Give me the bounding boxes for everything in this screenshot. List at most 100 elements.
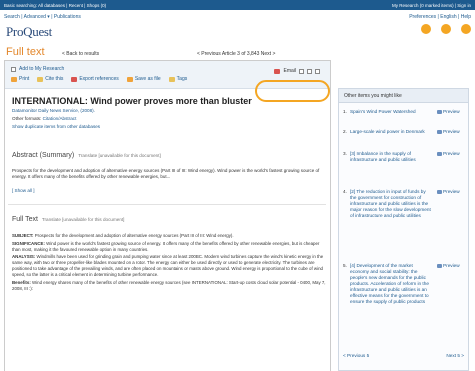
benefits-text: Wind energy shares many of the benefits …: [12, 279, 326, 291]
print-icon: [11, 76, 17, 82]
article-pager[interactable]: < Previous Article 3 of 3,843 Next >: [197, 51, 275, 57]
tags-label: Tags: [176, 76, 188, 82]
nav-publications-link[interactable]: Publications: [54, 14, 81, 20]
analysis-text: Windmills have been used for grinding gr…: [12, 254, 324, 277]
tags-button[interactable]: Tags: [168, 76, 188, 82]
search-nav: Search | Advanced ▾ | Publications: [4, 14, 81, 20]
export-button[interactable]: Export references: [71, 76, 119, 82]
email-button[interactable]: Email: [283, 68, 296, 74]
toolbar-actions: Print Cite this Export references Save a…: [11, 76, 187, 82]
abstract-translate[interactable]: Translate [unavailable for this document…: [78, 153, 161, 158]
email-option-box-2[interactable]: [307, 68, 312, 74]
topbar-right-links[interactable]: My Research (0 marked items) | Sign in: [392, 3, 471, 8]
preview-button[interactable]: Preview: [437, 109, 460, 115]
related-item-number: 5.: [343, 263, 347, 268]
preview-button[interactable]: Preview: [437, 151, 460, 157]
related-items-panel: Other items you might like 1. Spain's Wi…: [338, 88, 469, 371]
preview-label: Preview: [443, 109, 460, 114]
cite-icon: [37, 76, 44, 82]
other-formats-citation-link[interactable]: Citation/Abstract: [43, 116, 77, 121]
top-utility-bar: Basic searching: All databases | Recent …: [0, 0, 475, 10]
significance-label: SIGNIFICANCE:: [12, 240, 45, 246]
add-to-research[interactable]: Add to My Research: [11, 66, 64, 72]
related-item-number: 3.: [343, 151, 347, 156]
cite-button[interactable]: Cite this: [37, 76, 63, 82]
preview-icon: [437, 110, 442, 114]
section-divider: [8, 204, 326, 205]
related-item-title[interactable]: Spain's Wind Power Watershed: [350, 109, 432, 115]
other-formats: Other formats: Citation/Abstract: [12, 116, 76, 121]
print-label: Print: [19, 76, 30, 82]
abstract-heading-text: Abstract (Summary): [12, 152, 75, 159]
proquest-logo[interactable]: ProQuest: [6, 24, 52, 40]
preview-button[interactable]: Preview: [437, 263, 460, 269]
add-checkbox[interactable]: [11, 66, 16, 72]
dot-2: [441, 24, 451, 34]
related-item-title[interactable]: [2] The reduction in input of funds by t…: [350, 189, 432, 219]
related-item-number: 4.: [343, 189, 347, 194]
add-to-research-label[interactable]: Add to My Research: [19, 66, 64, 72]
preferences-links[interactable]: Preferences | English | Help: [409, 14, 471, 20]
dot-3: [461, 24, 471, 34]
show-all-link[interactable]: [ Show all ]: [12, 188, 34, 193]
related-item-number: 2.: [343, 129, 347, 134]
save-icon: [126, 76, 133, 82]
related-item-title[interactable]: [4] Development of the market economy an…: [350, 263, 432, 305]
dot-1: [421, 24, 431, 34]
document-title: INTERNATIONAL: Wind power proves more th…: [12, 96, 252, 106]
related-item-title[interactable]: Large-scale wind power in Denmark: [350, 129, 432, 135]
benefits-label: Benefits:: [12, 279, 31, 285]
benefits-paragraph: Benefits: Wind energy shares many of the…: [12, 280, 327, 292]
other-formats-label: Other formats:: [12, 116, 42, 121]
related-item-title[interactable]: [3] Imbalance in the supply of infrastru…: [350, 151, 432, 163]
save-button[interactable]: Save as file: [126, 76, 161, 82]
preview-icon: [437, 190, 442, 194]
significance-paragraph: SIGNIFICANCE: Wind power is the world's …: [12, 241, 327, 253]
email-controls: Email: [274, 68, 320, 74]
preview-button[interactable]: Preview: [437, 189, 460, 195]
fulltext-translate[interactable]: Translate [unavailable for this document…: [42, 217, 125, 222]
preview-label: Preview: [443, 129, 460, 134]
subject-text: Prospects for the development and adopti…: [34, 233, 234, 238]
preview-button[interactable]: Preview: [437, 129, 460, 135]
save-label: Save as file: [134, 76, 161, 82]
export-label: Export references: [79, 76, 119, 82]
back-to-results-link[interactable]: < Back to results: [62, 51, 99, 57]
nav-search-link[interactable]: Search: [4, 14, 20, 20]
cite-label: Cite this: [45, 76, 64, 82]
related-next-link[interactable]: Next 5 >: [446, 353, 464, 358]
preview-icon: [437, 130, 442, 134]
nav-advanced-link[interactable]: Advanced: [24, 14, 46, 20]
print-button[interactable]: Print: [11, 76, 29, 82]
preview-label: Preview: [443, 263, 460, 268]
export-icon: [71, 76, 78, 82]
tag-icon: [168, 76, 175, 82]
subject-label: SUBJECT:: [12, 233, 34, 238]
decorative-dots: [421, 24, 471, 34]
abstract-body: Prospects for the development and adopti…: [12, 168, 320, 179]
related-prev-link[interactable]: < Previous 5: [343, 353, 369, 358]
preview-label: Preview: [443, 151, 460, 156]
abstract-heading: Abstract (Summary) Translate [unavailabl…: [12, 152, 161, 159]
significance-text: Wind power is the world's fastest growin…: [12, 240, 320, 252]
analysis-label: ANALYSIS:: [12, 254, 36, 259]
related-items-heading: Other items you might like: [339, 89, 468, 103]
analysis-paragraph: ANALYSIS: Windmills have been used for g…: [12, 254, 327, 278]
email-option-box-3[interactable]: [315, 68, 320, 74]
email-option-box-1[interactable]: [299, 68, 304, 74]
fulltext-heading: Full Text Translate [unavailable for thi…: [12, 216, 124, 223]
subject-paragraph: SUBJECT: Prospects for the development a…: [12, 233, 327, 239]
preview-label: Preview: [443, 189, 460, 194]
preview-icon: [437, 264, 442, 268]
show-duplicates-link[interactable]: Show duplicate items from other database…: [12, 124, 100, 129]
email-icon: [274, 68, 281, 74]
highlight-ring: [255, 80, 330, 102]
topbar-left-links[interactable]: Basic searching: All databases | Recent …: [4, 3, 106, 8]
related-pager: < Previous 5 Next 5 >: [343, 353, 464, 358]
fulltext-body: SUBJECT: Prospects for the development a…: [12, 233, 327, 293]
fulltext-heading-text: Full Text: [12, 216, 38, 223]
preview-icon: [437, 152, 442, 156]
related-item-number: 1.: [343, 109, 347, 114]
document-source[interactable]: Datamonitor Daily News Service, (2008).: [12, 108, 95, 113]
page-title: Full text: [6, 46, 45, 58]
